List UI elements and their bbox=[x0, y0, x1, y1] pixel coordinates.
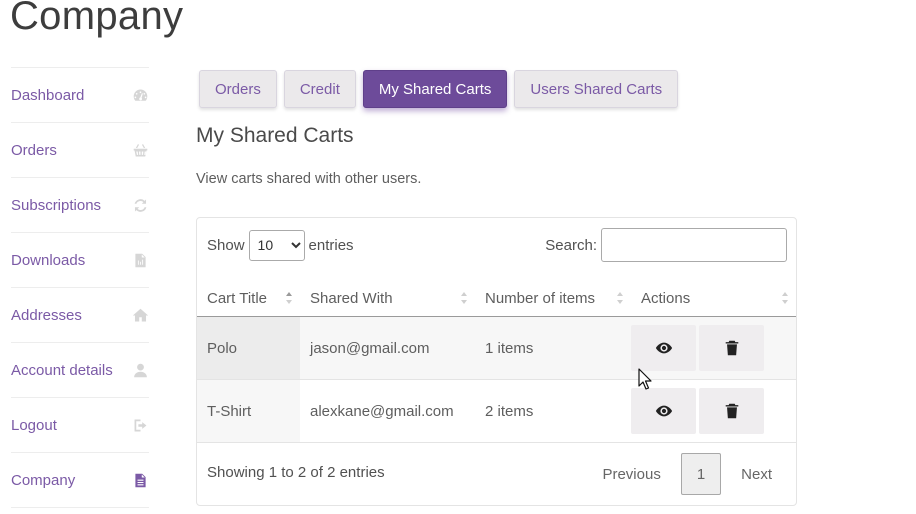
tab-users-shared-carts[interactable]: Users Shared Carts bbox=[514, 70, 679, 108]
sidebar-item-subscriptions[interactable]: Subscriptions bbox=[11, 177, 149, 232]
row-actions bbox=[631, 388, 796, 434]
table-row: T-Shirt alexkane@gmail.com 2 items bbox=[197, 379, 796, 443]
table-search: Search: bbox=[545, 228, 787, 262]
section-description: View carts shared with other users. bbox=[196, 171, 422, 187]
sidebar-item-company[interactable]: Company bbox=[11, 452, 149, 508]
cell-shared-with: alexkane@gmail.com bbox=[300, 379, 475, 443]
sort-icon bbox=[461, 292, 467, 304]
sidebar-item-label: Addresses bbox=[11, 306, 82, 324]
sidebar-item-dashboard[interactable]: Dashboard bbox=[11, 67, 149, 122]
shared-carts-table: Cart Title Shared With Number of items A… bbox=[197, 280, 796, 443]
delete-cart-button[interactable] bbox=[699, 388, 764, 434]
mouse-pointer-icon bbox=[638, 368, 652, 390]
sort-icon bbox=[617, 292, 623, 304]
sidebar-item-label: Downloads bbox=[11, 251, 86, 269]
delete-cart-button[interactable] bbox=[699, 325, 764, 371]
view-cart-button[interactable] bbox=[631, 388, 696, 434]
tab-orders[interactable]: Orders bbox=[199, 70, 277, 108]
column-header-actions[interactable]: Actions bbox=[631, 280, 796, 317]
cell-shared-with: jason@gmail.com bbox=[300, 316, 475, 380]
sidebar-item-label: Account details bbox=[11, 361, 113, 379]
refresh-icon bbox=[131, 196, 149, 214]
company-tabs: Orders Credit My Shared Carts Users Shar… bbox=[199, 70, 679, 108]
sidebar-item-account-details[interactable]: Account details bbox=[11, 342, 149, 397]
tab-credit[interactable]: Credit bbox=[283, 70, 356, 108]
table-info: Showing 1 to 2 of 2 entries bbox=[207, 464, 385, 481]
show-label: Show bbox=[207, 236, 245, 254]
sort-asc-icon bbox=[286, 292, 292, 304]
pagination-next[interactable]: Next bbox=[727, 454, 786, 494]
file-icon bbox=[131, 251, 149, 269]
sidebar-item-logout[interactable]: Logout bbox=[11, 397, 149, 452]
column-header-cart-title[interactable]: Cart Title bbox=[197, 280, 300, 317]
shared-carts-table-panel: Show 10 entries Search: Cart Title Share… bbox=[196, 217, 797, 506]
home-icon bbox=[131, 306, 149, 324]
column-header-label: Shared With bbox=[310, 289, 393, 307]
cell-number-of-items: 2 items bbox=[475, 379, 631, 443]
sidebar-item-downloads[interactable]: Downloads bbox=[11, 232, 149, 287]
entries-per-page-select[interactable]: 10 bbox=[248, 229, 305, 261]
sidebar-item-orders[interactable]: Orders bbox=[11, 122, 149, 177]
basket-icon bbox=[131, 141, 149, 159]
pagination-page-current[interactable]: 1 bbox=[680, 453, 722, 495]
sidebar-item-label: Company bbox=[11, 471, 76, 489]
eye-icon bbox=[655, 405, 672, 417]
account-navigation: Dashboard Orders Subscriptions Downloads… bbox=[11, 67, 149, 508]
column-header-number-of-items[interactable]: Number of items bbox=[475, 280, 631, 317]
section-title: My Shared Carts bbox=[196, 124, 354, 147]
document-icon bbox=[131, 471, 149, 489]
cell-number-of-items: 1 items bbox=[475, 316, 631, 380]
row-actions bbox=[631, 325, 796, 371]
cell-cart-title: T-Shirt bbox=[197, 379, 300, 443]
user-icon bbox=[131, 361, 149, 379]
search-input[interactable] bbox=[601, 228, 787, 262]
column-header-shared-with[interactable]: Shared With bbox=[300, 280, 475, 317]
tab-my-shared-carts[interactable]: My Shared Carts bbox=[362, 70, 508, 108]
sort-icon bbox=[782, 292, 788, 304]
sidebar-item-label: Dashboard bbox=[11, 86, 85, 104]
table-row: Polo jason@gmail.com 1 items bbox=[197, 316, 796, 380]
column-header-label: Cart Title bbox=[207, 289, 268, 307]
sign-out-icon bbox=[131, 416, 149, 434]
cell-cart-title: Polo bbox=[197, 316, 300, 380]
table-header-row: Cart Title Shared With Number of items A… bbox=[197, 280, 796, 317]
entries-label: entries bbox=[308, 236, 354, 254]
column-header-label: Actions bbox=[641, 289, 691, 307]
trash-icon bbox=[725, 340, 738, 356]
cell-actions bbox=[631, 379, 796, 443]
sidebar-item-label: Logout bbox=[11, 416, 57, 434]
sidebar-item-addresses[interactable]: Addresses bbox=[11, 287, 149, 342]
pagination-previous[interactable]: Previous bbox=[588, 454, 674, 494]
eye-icon bbox=[655, 342, 672, 354]
column-header-label: Number of items bbox=[485, 289, 596, 307]
entries-length-control: Show 10 entries bbox=[207, 229, 354, 261]
trash-icon bbox=[725, 403, 738, 419]
search-label: Search: bbox=[545, 236, 597, 254]
sidebar-item-label: Subscriptions bbox=[11, 196, 102, 214]
pagination: Previous 1 Next bbox=[588, 453, 786, 495]
view-cart-button[interactable] bbox=[631, 325, 696, 371]
sidebar-item-label: Orders bbox=[11, 141, 57, 159]
cell-actions bbox=[631, 316, 796, 380]
page-title: Company bbox=[10, 0, 184, 38]
dashboard-icon bbox=[131, 86, 149, 104]
